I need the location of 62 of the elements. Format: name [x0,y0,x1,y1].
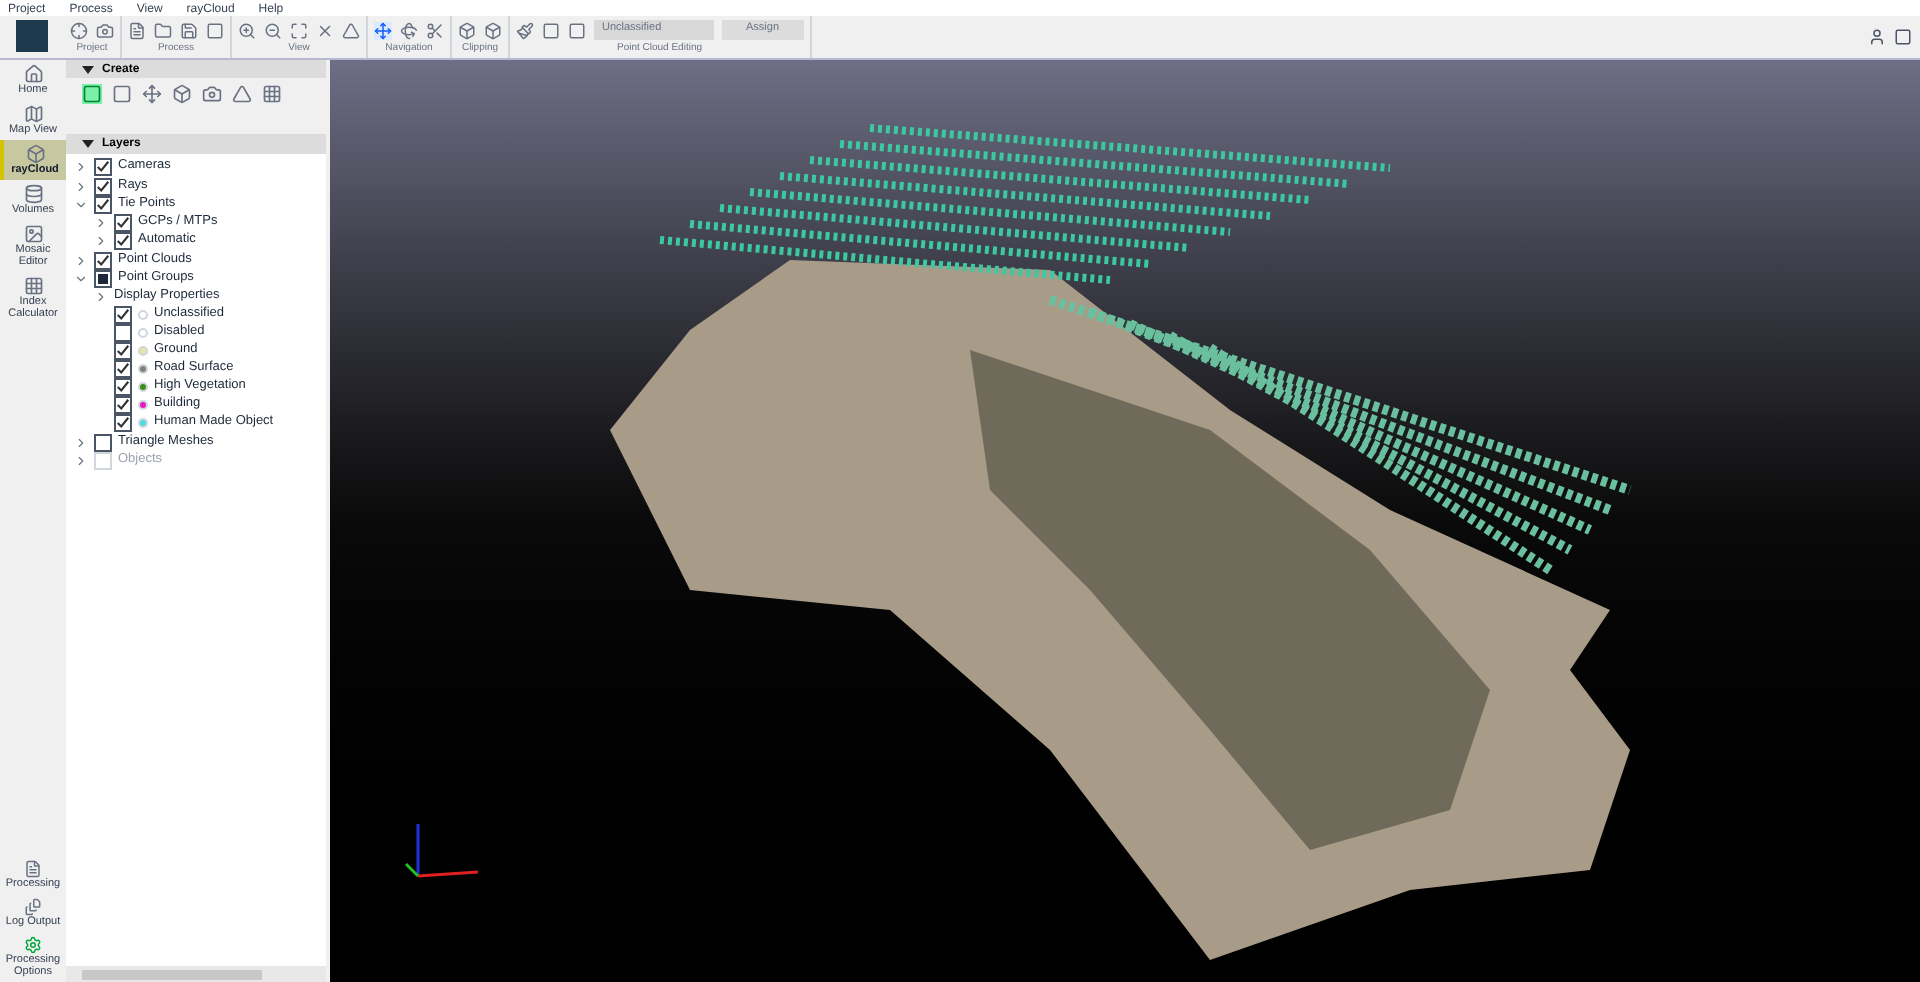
zoom-in-icon[interactable] [238,21,256,39]
grid-icon[interactable] [262,84,282,104]
grid-icon [23,276,43,296]
square-icon[interactable] [82,84,102,104]
cube-icon[interactable] [458,21,476,39]
scissors-icon[interactable] [426,21,444,39]
checkbox[interactable] [114,232,132,250]
save-icon[interactable] [180,21,198,39]
expand-icon[interactable] [74,435,88,449]
checkbox[interactable] [114,378,132,396]
checkbox[interactable] [114,214,132,232]
cube-icon[interactable] [484,21,502,39]
checkbox[interactable] [94,270,112,288]
caret-icon[interactable] [82,140,94,148]
checkbox[interactable] [114,396,132,414]
app-logo [16,20,48,52]
expand-icon[interactable] [74,179,88,193]
square-icon[interactable] [112,84,132,104]
cube-icon [25,144,45,164]
map-icon [23,104,43,124]
triangle-icon[interactable] [232,84,252,104]
user-icon[interactable] [1868,28,1886,46]
image-icon [23,224,43,244]
orbit-icon[interactable] [400,21,418,39]
scrollbar[interactable] [66,966,326,982]
crosshair-icon[interactable] [70,21,88,39]
home-icon [23,64,43,84]
checkbox[interactable] [114,360,132,378]
caret-icon[interactable] [82,65,94,73]
brush-icon[interactable] [516,21,534,39]
square-icon[interactable] [206,21,224,39]
checkbox[interactable] [94,177,112,195]
expand-icon[interactable] [94,234,108,248]
checkbox[interactable] [94,251,112,269]
camera-icon[interactable] [96,21,114,39]
move-icon[interactable] [374,21,392,39]
checkbox[interactable] [94,158,112,176]
camera-icon[interactable] [202,84,222,104]
cross-icon[interactable] [316,21,334,39]
expand-icon[interactable] [74,160,88,174]
expand-icon[interactable] [94,290,108,304]
window-icon[interactable] [1894,28,1912,46]
checkbox[interactable] [114,342,132,360]
triangle-icon[interactable] [342,21,360,39]
expand-icon[interactable] [74,253,88,267]
new-file-icon[interactable] [128,21,146,39]
collapse-icon[interactable] [74,272,88,286]
checkbox[interactable] [94,196,112,214]
checkbox[interactable] [94,433,112,451]
cube-icon[interactable] [172,84,192,104]
collapse-icon[interactable] [74,198,88,212]
fit-view-icon[interactable] [290,21,308,39]
checkbox[interactable] [114,414,132,432]
checkbox[interactable] [114,324,132,342]
expand-icon[interactable] [94,216,108,230]
folder-icon[interactable] [154,21,172,39]
cylinder-icon [23,184,43,204]
gear-icon [24,936,42,954]
zoom-out-icon[interactable] [264,21,282,39]
checkbox[interactable] [114,306,132,324]
square-icon[interactable] [542,21,560,39]
document-icon [24,860,42,878]
